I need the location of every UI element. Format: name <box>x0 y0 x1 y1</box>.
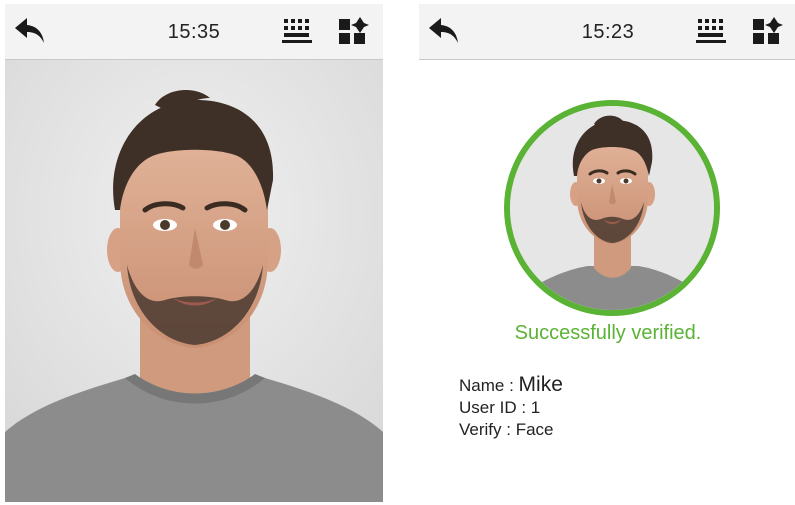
name-value: Mike <box>518 373 563 396</box>
keyboard-icon[interactable] <box>281 17 313 45</box>
name-row: Name : Mike <box>459 374 563 397</box>
name-label: Name : <box>459 376 514 395</box>
user-id-label: User ID : <box>459 398 527 417</box>
verify-row: Verify : Face <box>459 419 563 441</box>
clock-time: 15:23 <box>581 21 635 43</box>
user-info: Name : Mike User ID : 1 Verify : Face <box>459 374 563 441</box>
top-bar: 15:35 <box>5 4 383 60</box>
verification-status: Successfully verified. <box>514 322 702 344</box>
menu-grid-icon[interactable] <box>337 15 369 47</box>
face-photo <box>5 60 383 502</box>
capture-screen: 15:35 <box>5 4 383 502</box>
clock-time: 15:35 <box>167 21 221 43</box>
keyboard-icon[interactable] <box>695 17 727 45</box>
verify-value: Face <box>515 420 554 439</box>
verification-screen: 15:23 Successfully verified. Name: Mike… <box>419 4 795 502</box>
user-id-row: User ID : 1 <box>459 397 563 419</box>
top-bar: 15:23 <box>419 4 795 60</box>
user-id-value: 1 <box>530 398 541 417</box>
camera-preview <box>5 60 383 502</box>
verify-label: Verify : <box>459 420 511 439</box>
verified-face-photo <box>504 100 720 316</box>
menu-grid-icon[interactable] <box>751 15 783 47</box>
